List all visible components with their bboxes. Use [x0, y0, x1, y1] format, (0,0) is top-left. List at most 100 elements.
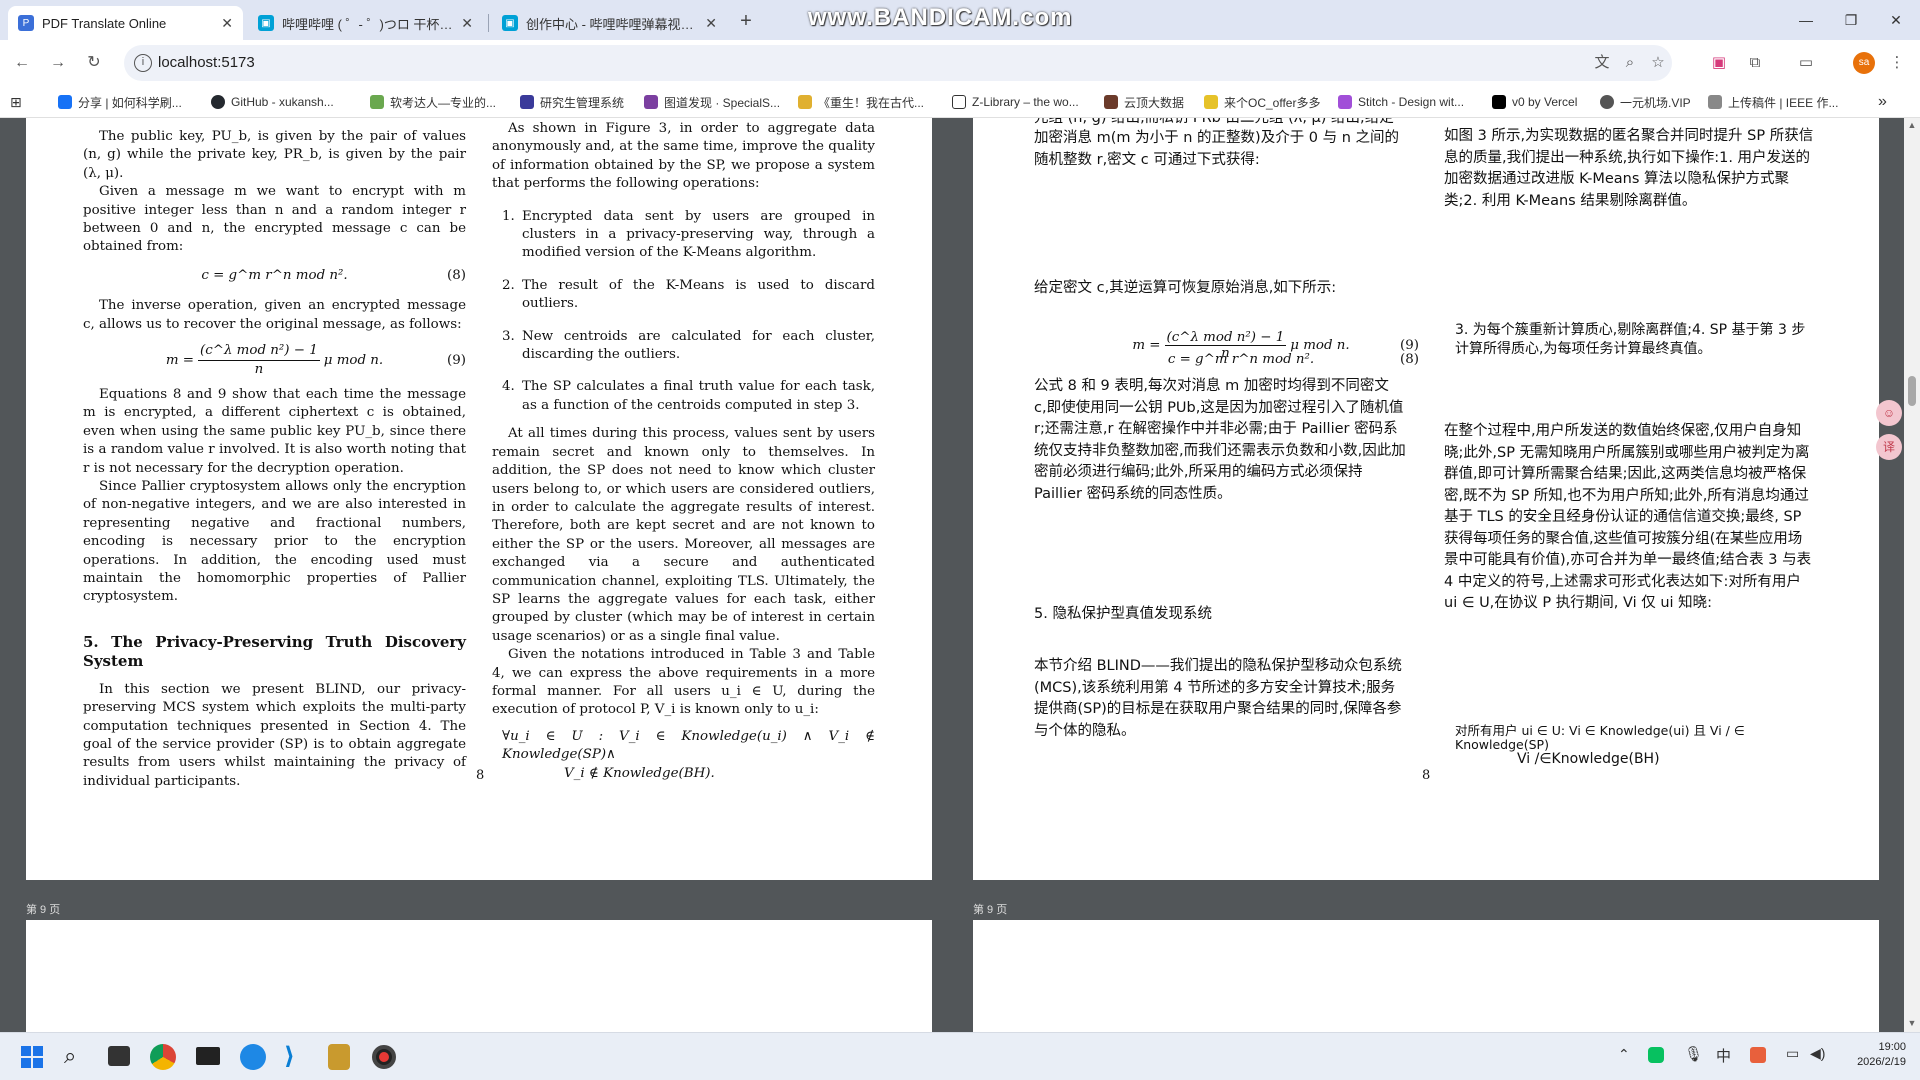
- paragraph: 加密消息 m(m 为小于 n 的正整数)及介于 0 与 n 之间的随机整数 r,…: [1034, 130, 1400, 168]
- tab-bilibili[interactable]: ▣ 哔哩哔哩 ( ゜- ゜)つロ 干杯~-bi ✕: [248, 6, 483, 40]
- paragraph: 如图 3 所示,为实现数据的匿名聚合并同时提升 SP 所获信息的质量,我们提出一…: [1444, 128, 1814, 209]
- apps-icon[interactable]: ⊞: [10, 92, 22, 112]
- zoom-icon[interactable]: ⌕: [1620, 53, 1640, 73]
- bilibili-favicon-icon: ▣: [502, 15, 518, 31]
- network-icon[interactable]: ▭: [1786, 1045, 1799, 1062]
- forward-icon[interactable]: →: [46, 51, 70, 75]
- bookmark-item[interactable]: GitHub - xukansh...: [211, 92, 334, 112]
- task-view-icon[interactable]: [108, 1046, 130, 1066]
- microphone-icon[interactable]: 🎙: [1684, 1045, 1703, 1063]
- bookmark-item[interactable]: 云顶大数据: [1104, 92, 1184, 112]
- tab-title: 哔哩哔哩 ( ゜- ゜)つロ 干杯~-bi: [282, 16, 456, 32]
- scrollbar[interactable]: ▲ ▼: [1904, 118, 1920, 1032]
- pdf-favicon-icon: P: [18, 15, 34, 31]
- puzzle-icon[interactable]: ⧉: [1744, 52, 1766, 74]
- restore-button[interactable]: ❐: [1831, 8, 1871, 32]
- extension-icon[interactable]: ▣: [1708, 52, 1730, 74]
- volume-icon[interactable]: ◀): [1810, 1045, 1825, 1062]
- scrollbar-thumb[interactable]: [1908, 376, 1916, 406]
- bookmark-item[interactable]: Z-Library – the wo...: [952, 92, 1079, 112]
- page-number: 8: [476, 768, 485, 783]
- bilibili-favicon-icon: ▣: [258, 15, 274, 31]
- paragraph: Since Pallier cryptosystem allows only t…: [83, 478, 466, 605]
- equation-9: m = (c^λ mod n²) − 1 n μ mod n. (9): [83, 342, 466, 380]
- bookmark-item[interactable]: Stitch - Design wit...: [1338, 92, 1464, 112]
- wechat-icon[interactable]: [1648, 1047, 1664, 1063]
- chrome-icon[interactable]: [150, 1044, 176, 1070]
- scroll-down-icon[interactable]: ▼: [1907, 1018, 1917, 1028]
- close-tab-icon[interactable]: ✕: [221, 15, 233, 32]
- start-icon[interactable]: [20, 1045, 44, 1069]
- knowledge-formula: ∀u_i ∈ U : V_i ∈ Knowledge(u_i) ∧ V_i ∉ …: [502, 728, 875, 781]
- equation-8: c = g^m r^n mod n². (8): [201, 267, 466, 283]
- original-column-left: The public key, PU_b, is given by the pa…: [83, 128, 466, 791]
- tab-title: PDF Translate Online: [42, 15, 167, 31]
- app-icon[interactable]: [328, 1044, 350, 1070]
- clock[interactable]: 19:00 2026/2/19: [1836, 1040, 1906, 1070]
- paragraph: Given a message m we want to encrypt wit…: [83, 184, 466, 255]
- language-icon[interactable]: 中: [1716, 1045, 1731, 1066]
- steps-list: 1. Encrypted data sent by users are group…: [492, 208, 875, 416]
- back-icon[interactable]: ←: [10, 51, 34, 75]
- close-tab-icon[interactable]: ✕: [705, 15, 717, 32]
- stitch-icon: [1338, 95, 1352, 109]
- browser-toolbar: ← → ↻ i localhost:5173 文 ⌕ ☆ ▣ ⧉ ▭ sa ⋮: [0, 40, 1920, 86]
- paragraph: In this section we present BLIND, our pr…: [83, 681, 466, 789]
- vscode-icon[interactable]: ⟩: [284, 1044, 310, 1070]
- app-tray-icon[interactable]: [1750, 1047, 1766, 1063]
- menu-icon[interactable]: ⋮: [1886, 52, 1908, 74]
- avatar[interactable]: sa: [1853, 52, 1875, 74]
- floating-assistant-icon[interactable]: ☺: [1876, 400, 1902, 426]
- paragraph: 给定密文 c,其逆运算可恢复原始消息,如下所示:: [1034, 280, 1337, 296]
- bookmark-item[interactable]: 软考达人—专业的...: [370, 92, 496, 112]
- bookmark-item[interactable]: v0 by Vercel: [1492, 92, 1577, 112]
- app-icon[interactable]: [240, 1044, 266, 1070]
- bookmark-item[interactable]: 图道发现 · SpecialS...: [644, 92, 780, 112]
- tab-pdf-translate[interactable]: P PDF Translate Online ✕: [8, 6, 243, 40]
- close-tab-icon[interactable]: ✕: [461, 15, 473, 32]
- list-item: 2. The result of the K-Means is used to d…: [502, 277, 875, 312]
- paragraph: Given the notations introduced in Table …: [492, 647, 875, 718]
- star-icon[interactable]: ☆: [1648, 53, 1668, 73]
- bookmark-item[interactable]: 研究生管理系统: [520, 92, 624, 112]
- time-text: 19:00: [1878, 1041, 1906, 1053]
- sidepanel-icon[interactable]: ▭: [1795, 52, 1817, 74]
- translate-icon[interactable]: 文: [1592, 53, 1612, 73]
- github-icon: [211, 95, 225, 109]
- more-bookmarks-button[interactable]: »: [1878, 92, 1887, 112]
- terminal-icon[interactable]: [196, 1047, 220, 1065]
- address-bar[interactable]: i localhost:5173 文 ⌕ ☆: [124, 45, 1672, 81]
- search-icon[interactable]: ⌕: [64, 1043, 76, 1069]
- tab-bilibili-creator[interactable]: ▣ 创作中心 - 哔哩哔哩弹幕视频网 ✕: [492, 6, 727, 40]
- bandicam-icon[interactable]: [372, 1045, 396, 1069]
- section-heading: 5. 隐私保护型真值发现系统: [1034, 606, 1212, 622]
- floating-translate-icon[interactable]: 译: [1876, 434, 1902, 460]
- minimize-button[interactable]: —: [1786, 8, 1826, 32]
- close-window-button[interactable]: ✕: [1876, 8, 1916, 32]
- bookmark-favicon-icon: [798, 95, 812, 109]
- zlibrary-icon: [952, 95, 966, 109]
- next-translated-page: [973, 920, 1879, 1032]
- bookmark-item[interactable]: 《重生！我在古代...: [798, 92, 924, 112]
- translated-page: 元组 (n, g) 给出,而私钥 PRb 由二元组 (λ, μ) 给出;给定待 …: [973, 118, 1879, 880]
- bookmark-item[interactable]: 分享 | 如何科学刷...: [58, 92, 182, 112]
- bookmark-item[interactable]: 上传稿件 | IEEE 作...: [1708, 92, 1838, 112]
- bookmark-item[interactable]: 一元机场.VIP: [1600, 92, 1691, 112]
- paragraph: The public key, PU_b, is given by the pa…: [83, 129, 466, 181]
- new-tab-button[interactable]: +: [732, 8, 760, 36]
- bookmark-item[interactable]: 来个OC_offer多多: [1204, 92, 1320, 112]
- url-text[interactable]: localhost:5173: [158, 54, 255, 71]
- scroll-up-icon[interactable]: ▲: [1907, 120, 1917, 130]
- reload-icon[interactable]: ↻: [82, 51, 106, 75]
- site-info-icon[interactable]: i: [134, 54, 152, 72]
- ieee-icon: [1708, 95, 1722, 109]
- paragraph: 3. 为每个簇重新计算质心,剔除离群值;4. SP 基于第 3 步计算所得质心,…: [1455, 322, 1806, 357]
- list-item: 4. The SP calculates a final truth value …: [502, 379, 875, 413]
- original-page: The public key, PU_b, is given by the pa…: [26, 118, 932, 880]
- page-number: 8: [1422, 768, 1431, 783]
- tab-strip: P PDF Translate Online ✕ ▣ 哔哩哔哩 ( ゜- ゜)つ…: [0, 0, 1920, 40]
- chevron-up-icon[interactable]: ⌃: [1618, 1046, 1630, 1063]
- paragraph: At all times during this process, values…: [492, 426, 875, 644]
- next-original-page: [26, 920, 932, 1032]
- date-text: 2026/2/19: [1857, 1056, 1906, 1068]
